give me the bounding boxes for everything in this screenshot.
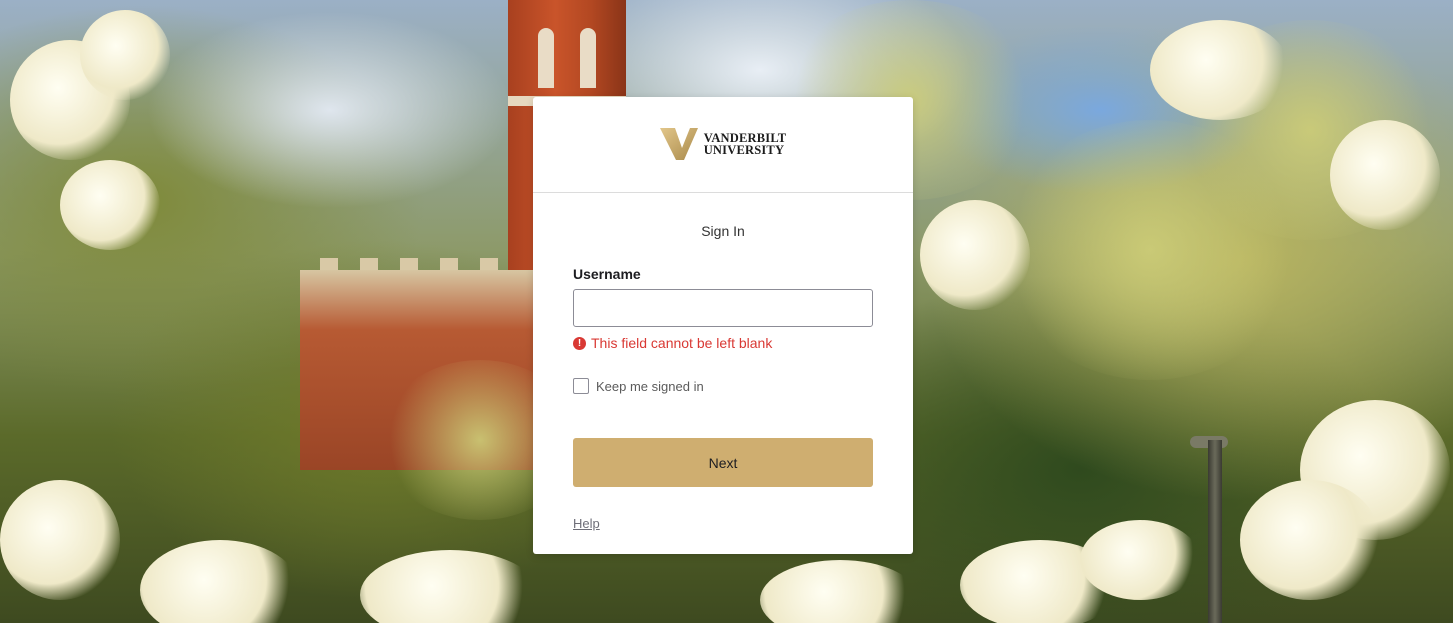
page-title: Sign In — [701, 223, 745, 239]
card-body: Sign In Username ! This field cannot be … — [533, 223, 913, 533]
vanderbilt-v-icon — [659, 127, 698, 160]
dogwood-blossom — [0, 480, 120, 600]
username-error: ! This field cannot be left blank — [573, 335, 873, 351]
crenel — [320, 258, 338, 270]
dogwood-blossom — [1330, 120, 1440, 230]
card-header: VANDERBILT UNIVERSITY — [533, 97, 913, 193]
dogwood-blossom — [1240, 480, 1380, 600]
tower-window — [580, 28, 596, 88]
tower-window — [538, 28, 554, 88]
dogwood-blossom — [80, 10, 170, 100]
crenel — [440, 258, 458, 270]
help-link[interactable]: Help — [573, 516, 600, 531]
dogwood-blossom — [60, 160, 160, 250]
crenel — [480, 258, 498, 270]
error-message: This field cannot be left blank — [591, 335, 773, 351]
dogwood-blossom — [140, 540, 300, 623]
keep-signed-in-label: Keep me signed in — [596, 378, 704, 394]
crenel — [400, 258, 418, 270]
keep-signed-in-row[interactable]: Keep me signed in — [573, 378, 873, 394]
lamp-post — [1208, 440, 1222, 623]
username-input[interactable] — [573, 289, 873, 327]
username-label: Username — [573, 266, 641, 282]
dogwood-blossom — [760, 560, 920, 623]
sign-in-card: VANDERBILT UNIVERSITY Sign In Username !… — [533, 97, 913, 554]
logo-wordmark: VANDERBILT UNIVERSITY — [703, 130, 787, 157]
keep-signed-in-checkbox[interactable] — [573, 378, 589, 394]
dogwood-blossom — [360, 550, 540, 623]
logo-line-1: VANDERBILT — [703, 130, 787, 145]
vanderbilt-logo: VANDERBILT UNIVERSITY — [659, 127, 787, 160]
logo-line-2: UNIVERSITY — [703, 142, 785, 157]
exclamation-circle-icon: ! — [573, 336, 586, 350]
next-button[interactable]: Next — [573, 438, 873, 487]
dogwood-blossom — [1150, 20, 1290, 120]
dogwood-blossom — [920, 200, 1030, 310]
crenel — [360, 258, 378, 270]
dogwood-blossom — [1080, 520, 1200, 600]
